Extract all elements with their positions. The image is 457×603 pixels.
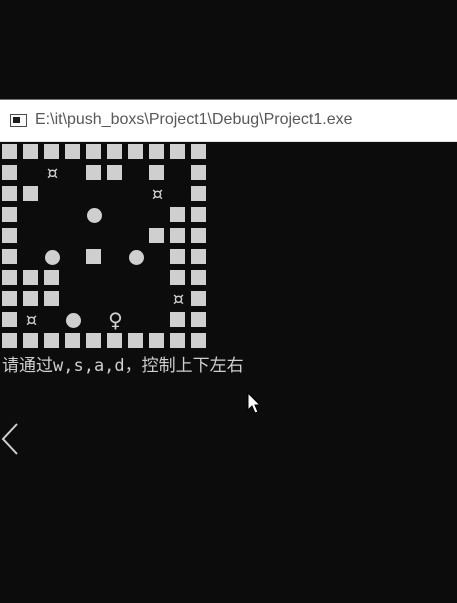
wall-block (147, 331, 168, 352)
box-piece (84, 205, 105, 226)
target-spot: ¤ (172, 289, 185, 310)
wall-block (105, 331, 126, 352)
wall-block (84, 331, 105, 352)
mouse-cursor-icon (247, 392, 262, 414)
wall-block (105, 142, 126, 163)
console-screen: E:\it\push_boxs\Project1\Debug\Project1.… (0, 0, 457, 603)
console-app-icon (10, 114, 27, 127)
wall-block (21, 331, 42, 352)
wall-block (168, 142, 189, 163)
window-title: E:\it\push_boxs\Project1\Debug\Project1.… (35, 111, 353, 128)
wall-block (168, 247, 189, 268)
wall-block (168, 226, 189, 247)
wall-block (189, 310, 210, 331)
wall-block (63, 142, 84, 163)
wall-block (0, 205, 21, 226)
wall-block (0, 310, 21, 331)
instruction-text: 请通过w,s,a,d，控制上下左右 (2, 356, 244, 376)
wall-block (147, 142, 168, 163)
wall-block (189, 184, 210, 205)
wall-block (0, 247, 21, 268)
wall-block (189, 331, 210, 352)
wall-block (21, 268, 42, 289)
wall-block (189, 163, 210, 184)
wall-block (42, 331, 63, 352)
wall-block (0, 163, 21, 184)
box-piece (63, 310, 84, 331)
target-spot: ¤ (151, 184, 164, 205)
wall-block (147, 226, 168, 247)
wall-block (189, 268, 210, 289)
box-piece (42, 247, 63, 268)
wall-block (0, 268, 21, 289)
wall-block (126, 142, 147, 163)
wall-block (189, 289, 210, 310)
wall-block (168, 268, 189, 289)
wall-block (42, 268, 63, 289)
wall-block (0, 142, 21, 163)
wall-block (126, 331, 147, 352)
wall-block (21, 142, 42, 163)
wall-block (147, 163, 168, 184)
wall-block (0, 331, 21, 352)
wall-block (84, 163, 105, 184)
wall-block (168, 205, 189, 226)
window-titlebar[interactable]: E:\it\push_boxs\Project1\Debug\Project1.… (0, 99, 457, 142)
wall-block (0, 226, 21, 247)
wall-block (21, 184, 42, 205)
target-spot: ¤ (46, 163, 59, 184)
wall-block (168, 331, 189, 352)
wall-block (63, 331, 84, 352)
wall-block (189, 142, 210, 163)
wall-block (189, 247, 210, 268)
wall-block (84, 247, 105, 268)
target-spot: ¤ (25, 310, 38, 331)
player-icon: ♀ (108, 308, 123, 332)
wall-block (0, 289, 21, 310)
box-piece (126, 247, 147, 268)
wall-block (0, 184, 21, 205)
wall-block (168, 310, 189, 331)
wall-block (189, 205, 210, 226)
wall-block (189, 226, 210, 247)
chevron-left-icon[interactable] (0, 422, 20, 456)
wall-block (105, 163, 126, 184)
wall-block (42, 142, 63, 163)
wall-block (42, 289, 63, 310)
wall-block (21, 289, 42, 310)
wall-block (84, 142, 105, 163)
